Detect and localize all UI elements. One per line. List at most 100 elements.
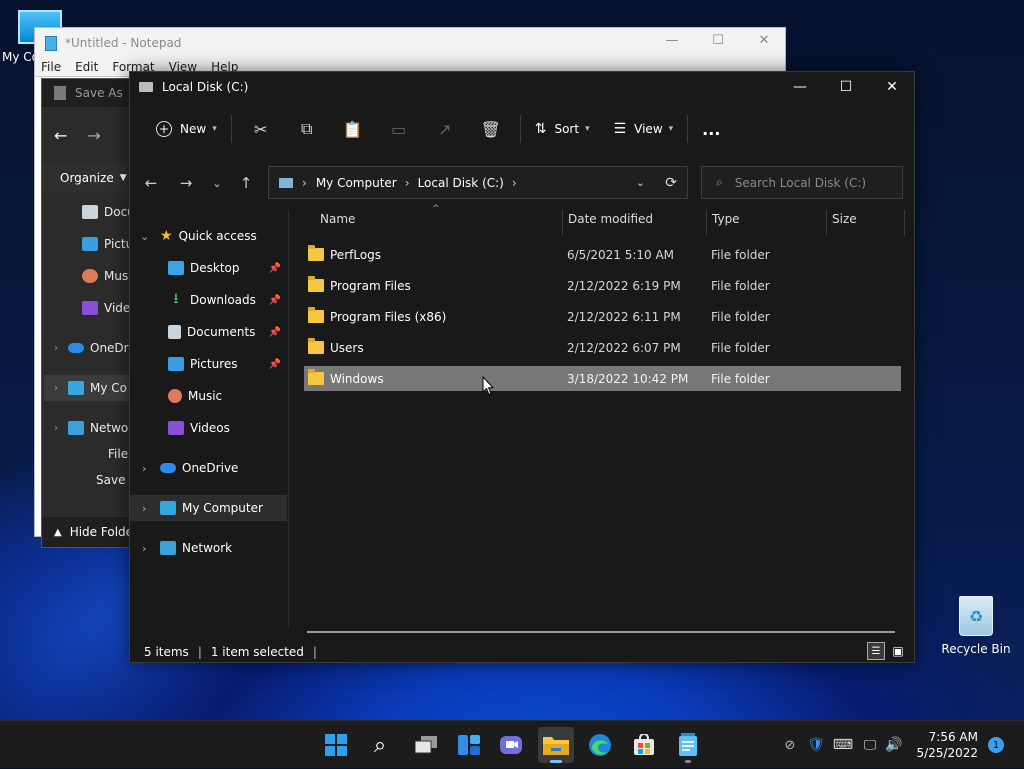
search-icon[interactable]: ⌕ xyxy=(362,727,398,763)
details-view-icon[interactable]: ☰ xyxy=(867,642,885,660)
network-icon xyxy=(160,541,176,555)
notepad-menu-file[interactable]: File xyxy=(41,60,61,74)
chevron-right-icon: › xyxy=(142,501,147,515)
save-as-nav-network[interactable]: › Networ xyxy=(54,421,133,435)
computer-icon xyxy=(68,381,84,395)
chevron-right-icon: › xyxy=(54,342,58,354)
save-as-nav-documents[interactable]: Docu xyxy=(82,205,135,219)
column-divider[interactable] xyxy=(904,210,905,236)
table-row[interactable]: Program Files 2/12/2022 6:19 PM File fol… xyxy=(304,273,901,298)
sort-label: Sort xyxy=(554,122,580,136)
large-icons-view-icon[interactable]: ▣ xyxy=(890,643,906,659)
music-icon xyxy=(82,269,98,283)
explorer-maximize-button[interactable]: ☐ xyxy=(823,72,869,102)
sidebar-item-network[interactable]: › Network xyxy=(130,535,287,561)
share-icon[interactable]: ↗ xyxy=(422,113,468,145)
view-icon: ☰ xyxy=(613,121,627,137)
volume-icon[interactable]: 🔊 xyxy=(884,737,904,753)
breadcrumb-my-computer[interactable]: My Computer xyxy=(316,176,397,190)
breadcrumb-local-disk[interactable]: Local Disk (C:) xyxy=(418,176,504,190)
back-icon[interactable]: ← xyxy=(136,168,166,198)
notepad-minimize-button[interactable]: — xyxy=(649,33,695,53)
row-date: 3/18/2022 10:42 PM xyxy=(567,371,689,386)
column-divider[interactable] xyxy=(826,210,827,236)
explorer-title: Local Disk (C:) xyxy=(162,80,249,94)
status-divider: | xyxy=(312,645,317,659)
save-as-back-icon[interactable]: ← xyxy=(54,126,67,145)
display-icon[interactable]: 🖵 xyxy=(860,738,880,753)
save-as-nav-onedrive[interactable]: › OneDriv xyxy=(54,341,139,355)
column-header-name[interactable]: Name xyxy=(320,212,355,226)
notification-badge[interactable]: 1 xyxy=(988,737,1004,753)
desktop-recycle-bin[interactable]: ♻ Recycle Bin xyxy=(938,596,1014,656)
see-more-button[interactable]: ... xyxy=(694,113,728,145)
sidebar-item-quick-access[interactable]: ⌄ ★ Quick access xyxy=(130,223,287,249)
explorer-minimize-button[interactable]: — xyxy=(777,72,823,102)
up-icon[interactable]: ↑ xyxy=(231,168,261,198)
sidebar-item-onedrive[interactable]: › OneDrive xyxy=(130,455,287,481)
keyboard-icon[interactable]: ⌨ xyxy=(832,737,854,753)
save-as-file-label: File xyxy=(108,447,129,461)
address-dropdown-icon[interactable]: ⌄ xyxy=(636,176,645,189)
cut-icon[interactable]: ✂ xyxy=(238,113,284,145)
paste-icon[interactable]: 📋 xyxy=(330,113,376,145)
column-divider[interactable] xyxy=(706,210,707,236)
start-icon[interactable] xyxy=(318,727,354,763)
edge-icon[interactable] xyxy=(582,727,618,763)
explorer-close-button[interactable]: ✕ xyxy=(869,72,915,102)
chat-icon[interactable] xyxy=(494,727,530,763)
widgets-icon[interactable] xyxy=(451,727,487,763)
copy-icon[interactable]: ⧉ xyxy=(284,113,330,145)
security-shield-icon[interactable]: 🛡 xyxy=(806,737,826,753)
table-row[interactable]: Program Files (x86) 2/12/2022 6:11 PM Fi… xyxy=(304,304,901,329)
chevron-down-icon: ⌄ xyxy=(140,229,150,243)
clock[interactable]: 7:56 AM 5/25/2022 xyxy=(916,721,978,769)
task-view-icon[interactable] xyxy=(408,727,444,763)
rename-icon[interactable]: ▭ xyxy=(376,113,422,145)
column-header-date-modified[interactable]: Date modified xyxy=(568,212,653,226)
column-header-size[interactable]: Size xyxy=(832,212,857,226)
delete-icon[interactable]: 🗑 xyxy=(468,113,514,145)
save-as-forward-icon[interactable]: → xyxy=(87,126,100,145)
computer-icon xyxy=(160,501,176,515)
chevron-down-icon: ▾ xyxy=(212,124,217,134)
sort-button[interactable]: ⇅ Sort ▾ xyxy=(527,113,598,145)
sidebar-item-downloads[interactable]: ⭳ Downloads 📌 xyxy=(130,287,287,313)
column-header-type[interactable]: Type xyxy=(712,212,740,226)
notepad-title: *Untitled - Notepad xyxy=(65,36,182,50)
row-date: 2/12/2022 6:11 PM xyxy=(567,309,681,324)
notepad-icon[interactable] xyxy=(670,727,706,763)
address-bar[interactable]: › My Computer › Local Disk (C:) › ⌄ ⟳ xyxy=(268,166,688,199)
refresh-icon[interactable]: ⟳ xyxy=(665,175,677,191)
sidebar-item-documents[interactable]: Documents 📌 xyxy=(130,319,287,345)
sidebar-item-pictures[interactable]: Pictures 📌 xyxy=(130,351,287,377)
table-row[interactable]: PerfLogs 6/5/2021 5:10 AM File folder xyxy=(304,242,901,267)
sidebar-item-desktop[interactable]: Desktop 📌 xyxy=(130,255,287,281)
sidebar-item-music[interactable]: Music xyxy=(130,383,287,409)
row-date: 2/12/2022 6:07 PM xyxy=(567,340,681,355)
status-selected-count: 1 item selected xyxy=(210,645,304,659)
file-explorer-window[interactable]: Local Disk (C:) — ☐ ✕ + New ▾ ✂ ⧉ 📋 ▭ ↗ … xyxy=(129,71,915,663)
music-icon xyxy=(168,389,182,403)
forward-icon[interactable]: → xyxy=(171,168,201,198)
notepad-close-button[interactable]: ✕ xyxy=(741,33,787,53)
horizontal-scrollbar[interactable] xyxy=(307,631,895,633)
view-button[interactable]: ☰ View ▾ xyxy=(606,113,682,145)
search-box[interactable]: ⌕ Search Local Disk (C:) xyxy=(701,166,903,199)
column-divider[interactable] xyxy=(562,210,563,236)
breadcrumb-separator-icon: › xyxy=(511,175,517,190)
pictures-icon xyxy=(82,237,98,251)
notepad-menu-edit[interactable]: Edit xyxy=(75,60,98,74)
notepad-maximize-button[interactable]: ☐ xyxy=(695,33,741,53)
new-button[interactable]: + New ▾ xyxy=(148,113,225,145)
network-icon xyxy=(68,421,84,435)
table-row[interactable]: Users 2/12/2022 6:07 PM File folder xyxy=(304,335,901,360)
recent-locations-icon[interactable]: ⌄ xyxy=(202,168,232,198)
store-icon[interactable] xyxy=(626,727,662,763)
table-row-selected[interactable]: Windows 3/18/2022 10:42 PM File folder xyxy=(304,366,901,391)
sidebar-item-videos[interactable]: Videos xyxy=(130,415,287,441)
row-name: PerfLogs xyxy=(330,247,382,262)
sidebar-item-my-computer[interactable]: › My Computer xyxy=(130,495,287,521)
file-explorer-icon[interactable] xyxy=(538,727,574,763)
network-disconnected-icon[interactable]: ⊘ xyxy=(780,738,800,753)
